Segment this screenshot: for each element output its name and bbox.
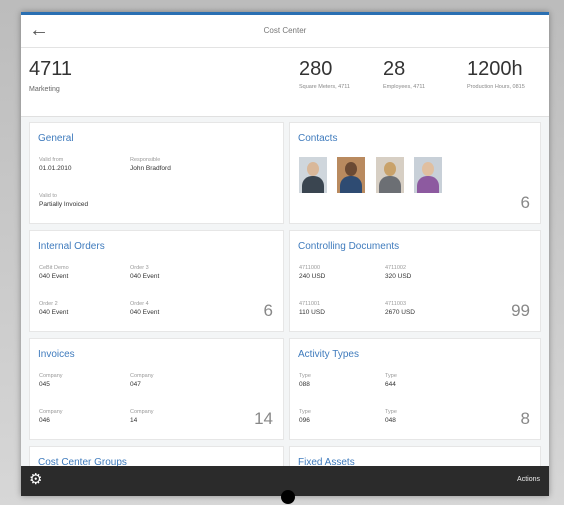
tile-general[interactable]: General Valid from 01.01.2010 Responsibl…: [29, 122, 284, 224]
field-label: Type: [299, 409, 311, 415]
field-valid-to: Valid to Partially Invoiced: [39, 193, 88, 208]
tile-count: 6: [263, 301, 273, 320]
field-value: 644: [385, 381, 396, 388]
field-label: Company: [130, 373, 154, 379]
tile-count: 14: [254, 409, 273, 428]
tile-count: 8: [520, 409, 530, 428]
field-valid-from: Valid from 01.01.2010: [39, 157, 72, 172]
tile-activity-types[interactable]: Activity Types Type 088 Type 644 Type 09…: [289, 338, 541, 440]
field-label: 4711000: [299, 265, 321, 271]
contact-avatar[interactable]: [414, 157, 443, 193]
field-value: 040 Event: [39, 309, 69, 316]
tile-invoices[interactable]: Invoices Company 045 Company 047 Company…: [29, 338, 284, 440]
contact-avatar[interactable]: [375, 157, 404, 193]
tile-title: General: [38, 133, 74, 144]
order-item: Order 2 040 Event: [39, 301, 68, 316]
contact-photos: [299, 157, 448, 193]
kpi-label: Production Hours, 0815: [467, 84, 525, 90]
field-value: 110 USD: [299, 309, 325, 316]
order-item: Order 4 040 Event: [130, 301, 159, 316]
field-label: Type: [299, 373, 311, 379]
field-label: CeBit Demo: [39, 265, 69, 271]
tile-title: Contacts: [298, 133, 338, 144]
field-label: Responsible: [130, 157, 161, 163]
app-screen: ← Cost Center 4711 Marketing 280 Square …: [21, 12, 549, 496]
invoice-item: Company 045: [39, 373, 63, 388]
kpi-value: 28: [383, 58, 406, 80]
invoice-item: Company 046: [39, 409, 63, 424]
activity-item: Type 088: [299, 373, 311, 388]
tile-internal-orders[interactable]: Internal Orders CeBit Demo 040 Event Ord…: [29, 230, 284, 332]
field-value: 040 Event: [39, 273, 69, 280]
field-label: Valid from: [39, 157, 64, 163]
field-value: 2670 USD: [385, 309, 415, 316]
gear-icon[interactable]: ⚙: [29, 470, 42, 488]
order-item: CeBit Demo 040 Event: [39, 265, 69, 280]
contact-avatar[interactable]: [299, 157, 327, 193]
field-value: Partially Invoiced: [39, 201, 89, 208]
contact-avatar[interactable]: [337, 157, 366, 193]
document-item: 4711000 240 USD: [299, 265, 325, 280]
kpi-value: 1200h: [467, 58, 523, 80]
activity-item: Type 048: [385, 409, 397, 424]
document-item: 4711002 320 USD: [385, 265, 411, 280]
kpi-label: Square Meters, 4711: [299, 84, 350, 90]
field-label: Type: [385, 409, 397, 415]
tile-count: 6: [520, 193, 530, 212]
document-item: 4711003 2670 USD: [385, 301, 415, 316]
document-item: 4711001 110 USD: [299, 301, 325, 316]
field-label: Company: [39, 373, 63, 379]
field-label: Company: [39, 409, 63, 415]
field-value: 096: [299, 417, 310, 424]
field-label: Order 3: [130, 265, 149, 271]
field-value: 040 Event: [130, 273, 160, 280]
tile-title: Internal Orders: [38, 241, 105, 252]
invoice-item: Company 14: [130, 409, 154, 424]
tile-count: 99: [511, 301, 530, 320]
kpi-value: 280: [299, 58, 333, 80]
kpi-production-hours: 1200h Production Hours, 0815: [467, 58, 525, 90]
activity-item: Type 644: [385, 373, 397, 388]
actions-button[interactable]: Actions: [517, 476, 540, 483]
field-value: 046: [39, 417, 50, 424]
tile-title: Controlling Documents: [298, 241, 400, 252]
tile-title: Invoices: [38, 349, 75, 360]
field-label: Type: [385, 373, 397, 379]
object-header: 4711 Marketing 280 Square Meters, 4711 2…: [21, 48, 549, 117]
field-value: 088: [299, 381, 310, 388]
field-value: 240 USD: [299, 273, 326, 280]
field-value: John Bradford: [130, 165, 171, 172]
object-id: 4711: [29, 58, 73, 80]
field-label: Company: [130, 409, 154, 415]
field-value: 040 Event: [130, 309, 160, 316]
tile-controlling-documents[interactable]: Controlling Documents 4711000 240 USD 47…: [289, 230, 541, 332]
app-title: Cost Center: [263, 26, 307, 35]
activity-item: Type 096: [299, 409, 311, 424]
field-value: 320 USD: [385, 273, 412, 280]
field-value: 048: [385, 417, 396, 424]
order-item: Order 3 040 Event: [130, 265, 159, 280]
field-responsible: Responsible John Bradford: [130, 157, 171, 172]
field-label: 4711002: [385, 265, 407, 271]
kpi-employees: 28 Employees, 4711: [383, 58, 425, 90]
tile-contacts[interactable]: Contacts 6: [289, 122, 541, 224]
field-value: 047: [130, 381, 141, 388]
field-label: Order 2: [39, 301, 58, 307]
field-value: 14: [130, 417, 138, 424]
device-camera-dot: [281, 490, 295, 504]
field-label: Order 4: [130, 301, 149, 307]
kpi-square-meters: 280 Square Meters, 4711: [299, 58, 350, 90]
field-label: Valid to: [39, 193, 57, 199]
invoice-item: Company 047: [130, 373, 154, 388]
field-label: 4711003: [385, 301, 407, 307]
object-subtitle: Marketing: [29, 86, 60, 93]
tile-title: Activity Types: [298, 349, 359, 360]
field-value: 045: [39, 381, 50, 388]
shell-bar: ← Cost Center: [21, 12, 549, 48]
field-value: 01.01.2010: [39, 165, 72, 172]
field-label: 4711001: [299, 301, 321, 307]
kpi-label: Employees, 4711: [383, 84, 426, 90]
